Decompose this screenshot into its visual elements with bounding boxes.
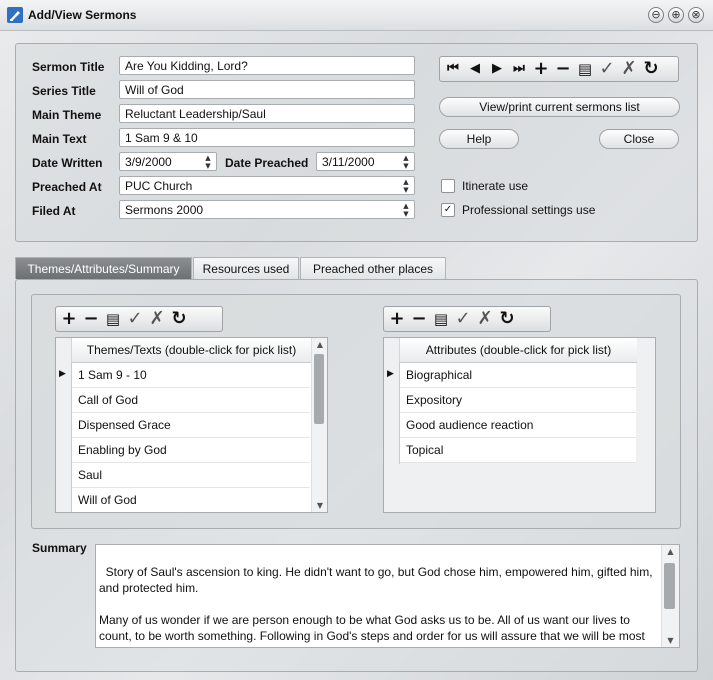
view-print-button[interactable]: View/print current sermons list bbox=[439, 97, 680, 117]
date-written-value: 3/9/2000 bbox=[125, 155, 172, 169]
close-button[interactable]: Close bbox=[599, 129, 679, 149]
series-title-label: Series Title bbox=[32, 84, 96, 98]
table-row[interactable]: Dispensed Grace bbox=[72, 413, 310, 438]
filed-at-spinner-icon[interactable]: ▲ ▼ bbox=[398, 201, 414, 218]
edit-theme-icon[interactable]: ▤ bbox=[102, 308, 124, 330]
sermon-title-label: Sermon Title bbox=[32, 60, 105, 74]
table-row[interactable]: Expository bbox=[400, 388, 636, 413]
row-indicator-column bbox=[384, 338, 400, 464]
post-theme-icon[interactable]: ✓ bbox=[124, 308, 146, 330]
series-title-field[interactable]: Will of God bbox=[119, 80, 415, 99]
refresh-attribute-icon[interactable]: ↻ bbox=[496, 308, 518, 330]
minimize-icon[interactable]: ⊖ bbox=[648, 7, 664, 23]
itinerate-label: Itinerate use bbox=[462, 179, 529, 193]
refresh-record-icon[interactable]: ↻ bbox=[640, 58, 662, 80]
date-preached-spinner-icon[interactable]: ▲ ▼ bbox=[398, 153, 414, 170]
scroll-thumb[interactable] bbox=[314, 354, 324, 424]
date-preached-label: Date Preached bbox=[225, 156, 309, 170]
themes-grid-header[interactable]: Themes/Texts (double-click for pick list… bbox=[71, 338, 311, 363]
table-row[interactable]: Will of God bbox=[72, 488, 310, 512]
table-row[interactable]: Topical bbox=[400, 438, 636, 463]
post-record-icon[interactable]: ✓ bbox=[596, 58, 618, 80]
record-navigator: ⏮ ◀ ▶ ⏭ + − ▤ ✓ ✗ ↻ bbox=[439, 56, 679, 82]
add-attribute-icon[interactable]: + bbox=[386, 308, 408, 330]
scroll-thumb[interactable] bbox=[664, 563, 675, 609]
filed-at-value: Sermons 2000 bbox=[125, 203, 204, 217]
scroll-down-icon[interactable]: ▼ bbox=[662, 636, 679, 645]
filed-at-label: Filed At bbox=[32, 204, 76, 218]
row-indicator-column bbox=[56, 338, 72, 512]
window-title: Add/View Sermons bbox=[28, 8, 137, 22]
remove-theme-icon[interactable]: − bbox=[80, 308, 102, 330]
table-row[interactable]: Enabling by God bbox=[72, 438, 310, 463]
table-row[interactable]: Saul bbox=[72, 463, 310, 488]
professional-checkbox[interactable]: ✓ bbox=[441, 203, 455, 217]
remove-record-icon[interactable]: − bbox=[552, 58, 574, 80]
main-theme-label: Main Theme bbox=[32, 108, 102, 122]
themes-scrollbar[interactable]: ▲ ▼ bbox=[311, 338, 327, 512]
main-text-label: Main Text bbox=[32, 132, 87, 146]
attributes-grid-header[interactable]: Attributes (double-click for pick list) bbox=[399, 338, 637, 363]
current-row-icon: ▶ bbox=[59, 369, 66, 379]
next-record-icon[interactable]: ▶ bbox=[486, 58, 508, 80]
edit-attribute-icon[interactable]: ▤ bbox=[430, 308, 452, 330]
themes-grid[interactable]: Themes/Texts (double-click for pick list… bbox=[55, 337, 328, 513]
filed-at-select[interactable]: Sermons 2000 ▲ ▼ bbox=[119, 200, 415, 219]
tab-themes-attributes-summary[interactable]: Themes/Attributes/Summary bbox=[15, 257, 192, 279]
preached-at-spinner-icon[interactable]: ▲ ▼ bbox=[398, 177, 414, 194]
add-record-icon[interactable]: + bbox=[530, 58, 552, 80]
main-text-field[interactable]: 1 Sam 9 & 10 bbox=[119, 128, 415, 147]
preached-at-select[interactable]: PUC Church ▲ ▼ bbox=[119, 176, 415, 195]
attributes-toolbar: + − ▤ ✓ ✗ ↻ bbox=[383, 306, 551, 332]
tab-resources-used[interactable]: Resources used bbox=[193, 257, 299, 279]
remove-attribute-icon[interactable]: − bbox=[408, 308, 430, 330]
post-attribute-icon[interactable]: ✓ bbox=[452, 308, 474, 330]
summary-textarea[interactable]: Story of Saul's ascension to king. He di… bbox=[95, 544, 680, 648]
cancel-record-icon[interactable]: ✗ bbox=[618, 58, 640, 80]
edit-record-icon[interactable]: ▤ bbox=[574, 58, 596, 80]
date-written-field[interactable]: 3/9/2000 ▲ ▼ bbox=[119, 152, 217, 171]
table-row[interactable]: Good audience reaction bbox=[400, 413, 636, 438]
table-row[interactable]: Call of God bbox=[72, 388, 310, 413]
cancel-attribute-icon[interactable]: ✗ bbox=[474, 308, 496, 330]
add-theme-icon[interactable]: + bbox=[58, 308, 80, 330]
date-written-spinner-icon[interactable]: ▲ ▼ bbox=[200, 153, 216, 170]
main-theme-field[interactable]: Reluctant Leadership/Saul bbox=[119, 104, 415, 123]
app-icon bbox=[7, 7, 23, 23]
tab-preached-other-places[interactable]: Preached other places bbox=[300, 257, 446, 279]
cancel-theme-icon[interactable]: ✗ bbox=[146, 308, 168, 330]
help-button[interactable]: Help bbox=[439, 129, 519, 149]
first-record-icon[interactable]: ⏮ bbox=[442, 58, 464, 80]
scroll-down-icon[interactable]: ▼ bbox=[312, 501, 327, 510]
themes-toolbar: + − ▤ ✓ ✗ ↻ bbox=[55, 306, 223, 332]
current-row-icon: ▶ bbox=[387, 369, 394, 379]
sermon-title-field[interactable]: Are You Kidding, Lord? bbox=[119, 56, 415, 75]
itinerate-checkbox[interactable] bbox=[441, 179, 455, 193]
summary-scrollbar[interactable]: ▲ ▼ bbox=[661, 545, 679, 647]
maximize-icon[interactable]: ⊕ bbox=[668, 7, 684, 23]
date-preached-value: 3/11/2000 bbox=[322, 155, 375, 169]
date-written-label: Date Written bbox=[32, 156, 103, 170]
summary-label: Summary bbox=[32, 541, 87, 555]
table-row[interactable]: Biographical bbox=[400, 363, 636, 388]
date-preached-field[interactable]: 3/11/2000 ▲ ▼ bbox=[316, 152, 415, 171]
summary-text: Story of Saul's ascension to king. He di… bbox=[99, 565, 653, 647]
refresh-theme-icon[interactable]: ↻ bbox=[168, 308, 190, 330]
table-row[interactable]: 1 Sam 9 - 10 bbox=[72, 363, 310, 388]
attributes-grid[interactable]: Attributes (double-click for pick list) … bbox=[383, 337, 656, 513]
last-record-icon[interactable]: ⏭ bbox=[508, 58, 530, 80]
preached-at-label: Preached At bbox=[32, 180, 102, 194]
prev-record-icon[interactable]: ◀ bbox=[464, 58, 486, 80]
preached-at-value: PUC Church bbox=[125, 179, 193, 193]
professional-label: Professional settings use bbox=[462, 203, 596, 217]
scroll-up-icon[interactable]: ▲ bbox=[662, 547, 679, 556]
scroll-up-icon[interactable]: ▲ bbox=[312, 340, 327, 349]
close-window-icon[interactable]: ⊗ bbox=[688, 7, 704, 23]
